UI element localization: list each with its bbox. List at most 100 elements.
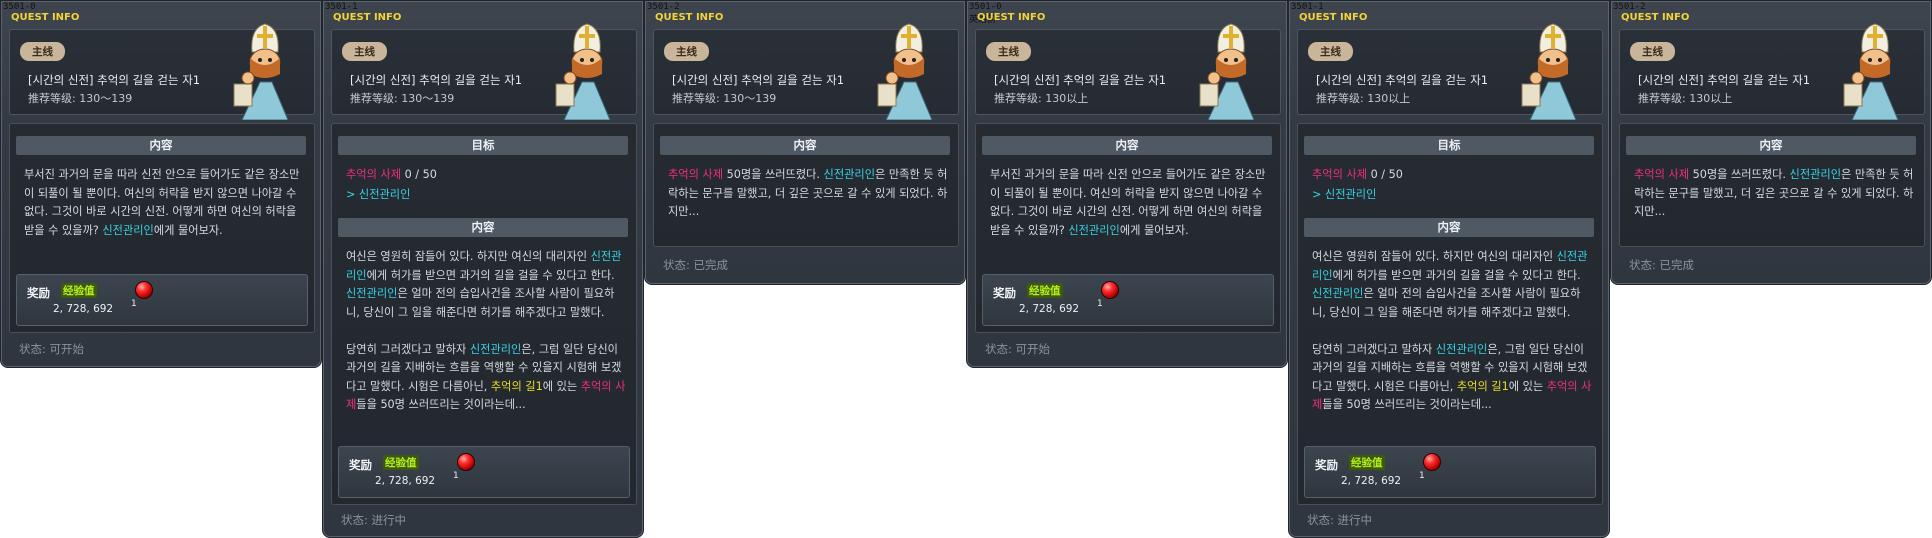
quest-status: 状态: 进行中 (1307, 513, 1373, 527)
exp-icon: 经验值 (1027, 283, 1063, 298)
item-count: 1 (453, 471, 459, 481)
exp-icon: 经验值 (61, 283, 97, 298)
quest-code: 3501-2 (647, 2, 680, 12)
main-quest-tag: 主线 (986, 42, 1031, 61)
goal-progress: 추억의 사제 0 / 50 (1312, 168, 1403, 181)
goal-npc[interactable]: > 신전관리인 (346, 186, 410, 202)
panel-title: QUEST INFO (11, 12, 80, 23)
quest-status: 状态: 已完成 (1629, 258, 1695, 272)
recommended-level: 推荐等级: 130以上 (1638, 92, 1733, 105)
quest-info-panel: 3501-0 QUEST INFO 主线 [시간의 신전] 추억의 길을 걷는 … (0, 0, 322, 368)
quest-info-panel: 3501-1 QUEST INFO 主线 [시간의 신전] 추억의 길을 걷는 … (322, 0, 644, 538)
quest-body: 内容 추억의 사제 50명을 쓰러뜨렸다. 신전관리인은 만족한 듯 허락하는 … (1619, 123, 1925, 247)
reward-box: 奖励 经验值 2, 728, 692 1 (338, 446, 630, 498)
recommended-level: 推荐等级: 130～139 (672, 92, 777, 105)
npc-priest-icon (1196, 22, 1266, 120)
content-header: 内容 (338, 218, 628, 237)
main-quest-tag: 主线 (1630, 42, 1675, 61)
recommended-level: 推荐等级: 130以上 (994, 92, 1089, 105)
reward-box: 奖励 经验值 2, 728, 692 1 (1304, 446, 1596, 498)
red-orb-item-icon[interactable] (1423, 453, 1441, 471)
reward-label: 奖励 (993, 286, 1016, 300)
exp-value: 2, 728, 692 (1341, 475, 1402, 487)
quest-name: [시간의 신전] 추억의 길을 걷는 자1 (1316, 73, 1489, 87)
content-header: 内容 (1304, 218, 1594, 237)
quest-header: 主线 [시간의 신전] 추억의 길을 걷는 자1 推荐等级: 130以上 (975, 29, 1281, 115)
quest-code: 3501-1 (325, 2, 358, 12)
quest-status: 状态: 进行中 (341, 513, 407, 527)
main-quest-tag: 主线 (342, 42, 387, 61)
reward-box: 奖励 经验值 2, 728, 692 1 (982, 274, 1274, 326)
quest-body: 目标 추억의 사제 0 / 50 > 신전관리인 内容 여신은 영원히 잠들어 … (1297, 123, 1603, 505)
quest-name: [시간의 신전] 추억의 길을 걷는 자1 (1638, 73, 1811, 87)
quest-status: 状态: 可开始 (19, 342, 85, 356)
panel-title: QUEST INFO (655, 12, 724, 23)
quest-description: 여신은 영원히 잠들어 있다. 하지만 여신의 대리자인 신전관리인에게 허가를… (346, 250, 626, 411)
mob-name: 추억의 사제 (346, 168, 402, 181)
item-count: 1 (1419, 471, 1425, 481)
panel-title: QUEST INFO (333, 12, 402, 23)
quest-body: 内容 부서진 과거의 문을 따라 신전 안으로 들어가도 같은 장소만이 되풀이… (975, 123, 1281, 333)
quest-info-panel: 3501-1 QUEST INFO 主线 [시간의 신전] 추억의 길을 걷는 … (1288, 0, 1610, 538)
goal-npc[interactable]: > 신전관리인 (1312, 186, 1376, 202)
quest-code: 3501-0 (3, 2, 36, 12)
quest-description: 여신은 영원히 잠들어 있다. 하지만 여신의 대리자인 신전관리인에게 허가를… (1312, 250, 1592, 411)
item-count: 1 (131, 299, 137, 309)
quest-body: 内容 부서진 과거의 문을 따라 신전 안으로 들어가도 같은 장소만이 되풀이… (9, 123, 315, 333)
quest-header: 主线 [시간의 신전] 추억의 길을 걷는 자1 推荐等级: 130～139 (9, 29, 315, 115)
quest-name: [시간의 신전] 추억의 길을 걷는 자1 (672, 73, 845, 87)
goal-header: 目标 (338, 136, 628, 155)
goal-header: 目标 (1304, 136, 1594, 155)
npc-link[interactable]: 신전관리인 (1068, 224, 1119, 237)
quest-name: [시간의 신전] 추억의 길을 걷는 자1 (994, 73, 1167, 87)
quest-body: 内容 추억의 사제 50명을 쓰러뜨렸다. 신전관리인은 만족한 듯 허락하는 … (653, 123, 959, 247)
main-quest-tag: 主线 (1308, 42, 1353, 61)
quest-description: 추억의 사제 50명을 쓰러뜨렸다. 신전관리인은 만족한 듯 허락하는 문구를… (668, 168, 948, 218)
exp-value: 2, 728, 692 (1019, 303, 1080, 315)
reward-label: 奖励 (1315, 458, 1338, 472)
recommended-level: 推荐等级: 130～139 (28, 92, 133, 105)
content-header: 内容 (1626, 136, 1916, 155)
npc-link[interactable]: 신전관리인 (102, 224, 153, 237)
quest-header: 主线 [시간의 신전] 추억의 길을 걷는 자1 推荐等级: 130以上 (1297, 29, 1603, 115)
main-quest-tag: 主线 (20, 42, 65, 61)
main-quest-tag: 主线 (664, 42, 709, 61)
quest-description: 부서진 과거의 문을 따라 신전 안으로 들어가도 같은 장소만이 되풀이 될 … (990, 168, 1266, 237)
red-orb-item-icon[interactable] (135, 281, 153, 299)
reward-label: 奖励 (27, 286, 50, 300)
panel-title: QUEST INFO (1621, 12, 1690, 23)
npc-priest-icon (1840, 22, 1910, 120)
content-header: 内容 (982, 136, 1272, 155)
mob-name: 추억의 사제 (1312, 168, 1368, 181)
reward-box: 奖励 经验值 2, 728, 692 1 (16, 274, 308, 326)
reward-label: 奖励 (349, 458, 372, 472)
red-orb-item-icon[interactable] (1101, 281, 1119, 299)
quest-description: 추억의 사제 50명을 쓰러뜨렸다. 신전관리인은 만족한 듯 허락하는 문구를… (1634, 168, 1914, 218)
quest-name: [시간의 신전] 추억의 길을 걷는 자1 (28, 73, 201, 87)
item-count: 1 (1097, 299, 1103, 309)
panel-title: QUEST INFO (977, 12, 1046, 23)
npc-priest-icon (1518, 22, 1588, 120)
quest-code: 3501-1 (1291, 2, 1324, 12)
npc-priest-icon (230, 22, 300, 120)
exp-icon: 经验值 (383, 455, 419, 470)
quest-status: 状态: 已完成 (663, 258, 729, 272)
quest-info-panel: 3501-0 英語前 QUEST INFO 主线 [시간의 신전] 추억의 길을 … (966, 0, 1288, 368)
quest-body: 目标 추억의 사제 0 / 50 > 신전관리인 内容 여신은 영원히 잠들어 … (331, 123, 637, 505)
exp-value: 2, 728, 692 (53, 303, 114, 315)
quest-header: 主线 [시간의 신전] 추억의 길을 걷는 자1 推荐等级: 130～139 (331, 29, 637, 115)
quest-header: 主线 [시간의 신전] 추억의 길을 걷는 자1 推荐等级: 130～139 (653, 29, 959, 115)
npc-priest-icon (552, 22, 622, 120)
quest-status: 状态: 可开始 (985, 342, 1051, 356)
goal-progress: 추억의 사제 0 / 50 (346, 168, 437, 181)
quest-code: 3501-2 (1613, 2, 1646, 12)
quest-name: [시간의 신전] 추억의 길을 걷는 자1 (350, 73, 523, 87)
recommended-level: 推荐等级: 130以上 (1316, 92, 1411, 105)
exp-icon: 经验值 (1349, 455, 1385, 470)
recommended-level: 推荐等级: 130～139 (350, 92, 455, 105)
quest-header: 主线 [시간의 신전] 추억의 길을 걷는 자1 推荐等级: 130以上 (1619, 29, 1925, 115)
npc-priest-icon (874, 22, 944, 120)
red-orb-item-icon[interactable] (457, 453, 475, 471)
content-header: 内容 (660, 136, 950, 155)
panel-title: QUEST INFO (1299, 12, 1368, 23)
